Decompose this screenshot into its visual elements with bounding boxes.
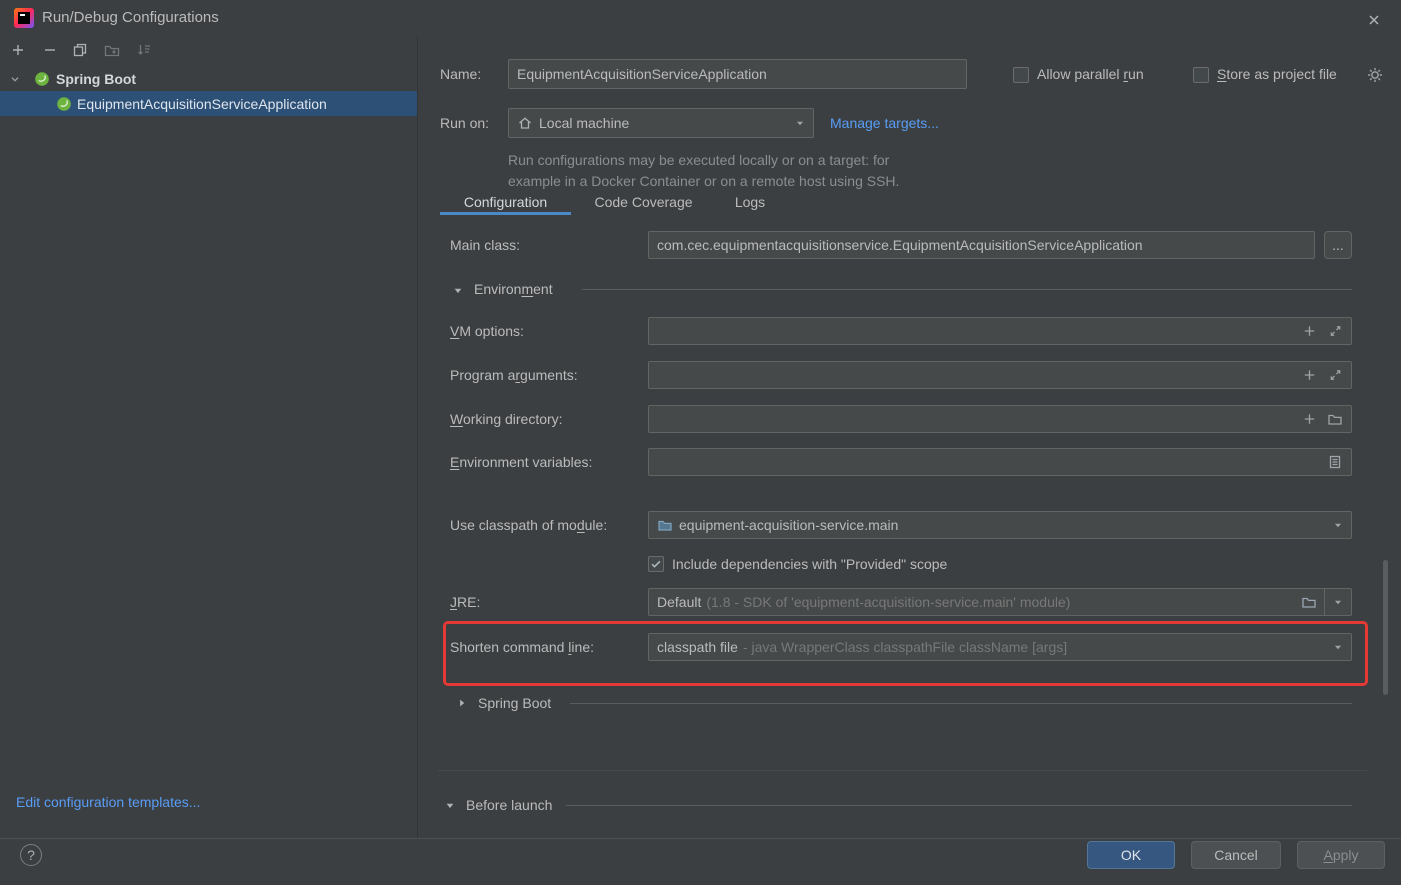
main-class-label: Main class: — [450, 237, 521, 253]
add-icon[interactable] — [1302, 368, 1317, 383]
before-launch-header[interactable]: Before launch — [466, 797, 552, 813]
jre-label: JRE: — [450, 594, 481, 610]
shorten-value: classpath file — [657, 639, 738, 655]
shorten-command-line-label: Shorten command line: — [450, 639, 594, 655]
allow-parallel-run-label: Allow parallel run — [1037, 66, 1144, 82]
chevron-down-icon — [1331, 518, 1345, 532]
move-to-folder-icon[interactable] — [104, 42, 120, 58]
checkmark-icon — [649, 557, 663, 571]
provided-scope-label: Include dependencies with "Provided" sco… — [672, 556, 948, 572]
jre-value: Default — [657, 594, 702, 610]
browse-main-class-button[interactable]: ... — [1324, 231, 1352, 259]
cancel-button[interactable]: Cancel — [1191, 841, 1281, 869]
before-launch-expander-icon[interactable] — [444, 800, 456, 812]
provided-scope-checkbox[interactable] — [648, 556, 664, 572]
section-divider — [582, 289, 1352, 290]
edit-configuration-templates-link[interactable]: Edit configuration templates... — [16, 792, 200, 812]
apply-button[interactable]: Apply — [1297, 841, 1385, 869]
remove-configuration-icon[interactable] — [42, 42, 58, 58]
tree-item-selected[interactable]: EquipmentAcquisitionServiceApplication — [0, 91, 417, 116]
run-debug-configurations-dialog: Run/Debug Configurations Spring Boot Equ… — [0, 0, 1401, 885]
spring-boot-section-expander-icon[interactable] — [456, 697, 468, 709]
tab-logs[interactable]: Logs — [716, 191, 784, 213]
store-as-project-file-checkbox[interactable] — [1193, 67, 1209, 83]
content-bottom-border — [438, 770, 1367, 771]
store-as-project-file-label: Store as project file — [1217, 66, 1337, 82]
run-on-combobox[interactable]: Local machine — [508, 108, 814, 138]
tree-item-label: EquipmentAcquisitionServiceApplication — [77, 95, 327, 112]
use-classpath-label: Use classpath of module: — [450, 517, 608, 533]
copy-configuration-icon[interactable] — [72, 42, 88, 58]
env-vars-list-icon[interactable] — [1327, 454, 1343, 470]
vm-options-field[interactable] — [648, 317, 1352, 345]
add-icon[interactable] — [1302, 412, 1317, 427]
close-icon[interactable] — [1360, 6, 1388, 34]
shorten-command-line-combobox[interactable]: classpath file - java WrapperClass class… — [648, 633, 1352, 661]
ok-button[interactable]: OK — [1087, 841, 1175, 869]
add-configuration-icon[interactable] — [10, 42, 26, 58]
vm-options-label: VM options: — [450, 323, 524, 339]
allow-parallel-run-checkbox[interactable] — [1013, 67, 1029, 83]
scrollbar-thumb[interactable] — [1383, 560, 1388, 695]
shorten-hint: - java WrapperClass classpathFile classN… — [742, 639, 1068, 655]
name-input[interactable] — [508, 59, 967, 89]
jre-dropdown-button[interactable] — [1324, 589, 1351, 615]
classpath-module-combobox[interactable]: equipment-acquisition-service.main — [648, 511, 1352, 539]
browse-folder-icon[interactable] — [1327, 411, 1343, 427]
jre-hint: (1.8 - SDK of 'equipment-acquisition-ser… — [706, 594, 1071, 610]
environment-variables-field[interactable] — [648, 448, 1352, 476]
browse-folder-icon[interactable] — [1301, 594, 1317, 610]
module-icon — [657, 517, 673, 533]
run-on-help-line1: Run configurations may be executed local… — [508, 152, 890, 168]
add-icon[interactable] — [1302, 324, 1317, 339]
section-divider — [566, 805, 1352, 806]
tab-configuration[interactable]: Configuration — [440, 191, 571, 213]
tree-group-spring-boot[interactable]: Spring Boot — [0, 66, 417, 91]
tab-code-coverage[interactable]: Code Coverage — [579, 191, 708, 213]
footer-divider — [0, 838, 1401, 839]
run-on-help-line2: example in a Docker Container or on a re… — [508, 173, 900, 189]
environment-section-expander-icon[interactable] — [452, 285, 464, 297]
active-tab-underline — [440, 212, 571, 215]
chevron-down-icon[interactable] — [8, 72, 22, 86]
help-button[interactable]: ? — [20, 844, 42, 866]
program-arguments-field[interactable] — [648, 361, 1352, 389]
environment-section-header[interactable]: Environment — [474, 281, 553, 297]
intellij-logo-icon — [14, 8, 34, 28]
main-class-field[interactable]: com.cec.equipmentacquisitionservice.Equi… — [648, 231, 1315, 259]
main-class-value: com.cec.equipmentacquisitionservice.Equi… — [657, 237, 1143, 253]
tree-group-label: Spring Boot — [56, 70, 137, 87]
working-directory-label: Working directory: — [450, 411, 563, 427]
classpath-module-value: equipment-acquisition-service.main — [679, 517, 899, 533]
spring-boot-icon — [34, 71, 50, 87]
environment-variables-label: Environment variables: — [450, 454, 593, 470]
jre-combobox[interactable]: Default (1.8 - SDK of 'equipment-acquisi… — [648, 588, 1352, 616]
spring-boot-icon — [56, 96, 72, 112]
program-arguments-label: Program arguments: — [450, 367, 578, 383]
local-machine-icon — [517, 115, 533, 131]
expand-field-icon[interactable] — [1328, 368, 1343, 383]
working-directory-field[interactable] — [648, 405, 1352, 433]
expand-field-icon[interactable] — [1328, 324, 1343, 339]
dialog-title: Run/Debug Configurations — [42, 9, 219, 26]
spring-boot-section-header[interactable]: Spring Boot — [478, 695, 551, 711]
section-divider — [570, 703, 1352, 704]
panel-divider — [417, 36, 418, 838]
name-label: Name: — [440, 66, 482, 82]
chevron-down-icon — [793, 116, 807, 130]
manage-targets-link[interactable]: Manage targets... — [830, 108, 939, 138]
run-on-label: Run on: — [440, 115, 490, 131]
run-on-value: Local machine — [539, 115, 630, 131]
sort-configurations-icon[interactable] — [136, 42, 152, 58]
gear-icon[interactable] — [1366, 66, 1384, 84]
chevron-down-icon — [1331, 640, 1345, 654]
